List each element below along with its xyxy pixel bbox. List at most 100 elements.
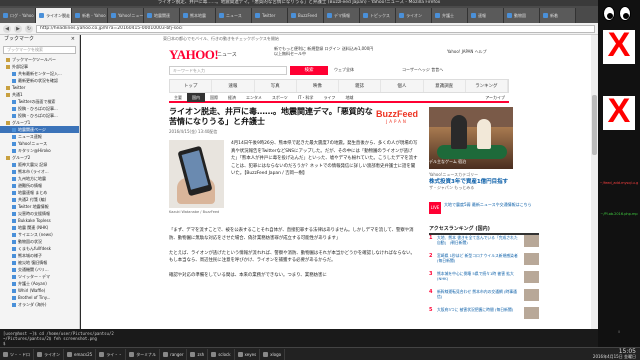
subnav-link[interactable]: エンタメ [241,93,267,102]
scrollbar[interactable] [591,35,598,329]
tab[interactable]: 熊本地震 [180,8,216,23]
taskbar-item[interactable]: ターミナル [126,348,161,360]
subnav-link[interactable]: スポーツ [267,93,293,102]
subnav-link[interactable]: 地域 [340,93,358,102]
bookmark-item[interactable]: グループ1 [0,119,79,126]
tab[interactable]: 地震関連 [144,8,180,23]
forward-button[interactable]: ▶ [14,24,22,33]
bookmark-item[interactable]: 交通機関 (バリ... [0,266,79,273]
bookmark-item[interactable]: 投稿 - ひろばの記事... [0,105,79,112]
tab[interactable]: Twitter [252,8,288,23]
ad-banner[interactable]: デル主なゲーム 宿泊 [429,107,513,169]
bookmark-item[interactable]: 最新更新の状況を確認 [0,77,79,84]
buzzfeed-logo[interactable]: BuzzFeed JAPAN [376,110,418,125]
bookmark-item[interactable]: サイエンス (news) [0,231,79,238]
bookmark-item[interactable]: ニュース速報 [0,133,79,140]
category-link[interactable]: ランキング [466,80,508,92]
subnav-link[interactable]: 国際 [205,93,223,102]
tab[interactable]: 弁護士 [432,8,468,23]
tab[interactable]: ライオン脱走 [36,8,72,23]
ranking-item[interactable]: 4 新幹線運転見合わせ 熊本市内の交通網 (時事通信) [429,289,539,306]
subnav-link[interactable]: 主要 [169,93,187,102]
article-photo[interactable] [169,140,224,208]
category-link[interactable]: 雑誌 [339,80,382,92]
ranking-thumbnail[interactable] [524,253,539,265]
subnav-link[interactable]: 国内 [187,93,205,102]
ranking-thumbnail[interactable] [524,271,539,283]
taskbar-item[interactable]: ライ・・ [96,348,127,360]
live-text[interactable]: 大地で震度5弱 最新ニュースや交通情報はこちら [444,202,539,222]
search-input[interactable]: キーワードを入力 [169,66,287,75]
taskbar-item[interactable]: xlogo [260,348,286,360]
subnav-link[interactable]: IT・科学 [293,93,319,102]
search-button[interactable]: 検索 [290,66,328,75]
bookmark-item[interactable]: 避難所の情報 [0,182,79,189]
bookmark-item[interactable]: 被災地 復旧情報 [0,259,79,266]
ranking-thumbnail[interactable] [524,289,539,301]
ranking-title-text[interactable]: 熊本城を中心に倒壊 5県で続々1時 被害 拡大 (NHK) [437,271,521,286]
category-link[interactable]: 速報 [212,80,255,92]
header-right-links[interactable]: コーザーヘッジ 昔昔へ [402,67,443,73]
subnav-link[interactable]: 経済 [223,93,241,102]
bookmark-item[interactable]: 九州地方に地震 [0,175,79,182]
header-links[interactable]: Yahoo! JAPAN ヘルプ [447,49,487,55]
subnav-link[interactable]: ライフ [318,93,340,102]
ranking-title-text[interactable]: 大地、熊本 書きを全て含んでいる「完成された自動」 (朝日新聞) [437,235,521,250]
bookmark-item[interactable]: 阪神大震災 記録 [0,161,79,168]
ranking-item[interactable]: 3 熊本城を中心に倒壊 5県で続々1時 被害 拡大 (NHK) [429,271,539,288]
tab[interactable]: BuzzFeed [288,8,324,23]
tab[interactable]: トピックス [360,8,396,23]
tab[interactable]: 新着 - Yahoo [72,8,108,23]
reload-button[interactable]: ↻ [25,24,33,33]
bookmark-item[interactable]: 外部記事 [0,63,79,70]
ranking-item[interactable]: 1 大地、熊本 書きを全て含んでいる「完成された自動」 (朝日新聞) [429,235,539,252]
taskbar-item[interactable]: xeyes [235,348,261,360]
tab[interactable]: 新着 [540,8,576,23]
taskbar-item[interactable]: ツ・・ドロ [0,348,34,360]
bookmark-item[interactable]: 共通1 [0,91,79,98]
bookmark-item[interactable]: Bukkake Topless [0,217,79,224]
category-link[interactable]: トップ [170,80,213,92]
bookmark-item[interactable]: 地震 関連 (NHK) [0,224,79,231]
ranking-thumbnail[interactable] [524,307,539,319]
web-search-link[interactable]: ウェブ全体 [334,67,354,73]
taskbar-item[interactable]: ライオン [34,348,64,360]
close-icon[interactable]: × [71,35,75,44]
category-link[interactable]: 個人 [381,80,424,92]
taskbar-item[interactable]: sclock [208,348,235,360]
ranking-title-text[interactable]: 宮崎県 1秒ほど 新型コロナウイルス新規感染者 (毎日新聞) [437,253,521,268]
bookmark-item[interactable]: Whirl (Waffle) [0,287,79,294]
ranking-thumbnail[interactable] [524,235,539,247]
terminal[interactable]: [user@host ~]$ cd /home/user/Pictures/pa… [0,329,598,347]
bookmark-item[interactable]: 熊本城の様子 [0,252,79,259]
promo-text[interactable]: 新でもっと便利に 新規登録 ログイン 送料込み1,000円 以上無料セール中 [274,46,374,56]
bookmark-item[interactable]: 地震関連ページ [0,126,79,133]
tab[interactable]: 速報 [468,8,504,23]
bookmark-item[interactable]: Twitter 地震情報 [0,203,79,210]
ranking-title-text[interactable]: 新幹線運転見合わせ 熊本市内の交通網 (時事通信) [437,289,521,304]
archive-link[interactable]: アーカイブ [485,95,509,101]
tab[interactable]: 動物園 [504,8,540,23]
bookmark-item[interactable]: 災害時の支援情報 [0,210,79,217]
bookmark-item[interactable]: 投稿 - ひろばの記事... [0,112,79,119]
category-link[interactable]: 写真 [255,80,297,92]
scrollbar-thumb[interactable] [592,95,597,155]
ranking-title-text[interactable]: 大阪府3つに 被害状況把握に時間 (毎日新聞) [437,307,521,322]
bookmark-item[interactable]: 熊本市 (ライオ... [0,168,79,175]
stock-promo[interactable]: Yahoo!ニュースカテゴリー 株式投資3年で資産1億円目指す ザ・ジャパン も… [429,172,539,191]
bookmark-item[interactable]: 地震速報 まとめ [0,189,79,196]
taskbar-item[interactable]: ranger [160,348,188,360]
bookmark-item[interactable]: Twitterの画面で検索 [0,98,79,105]
tab[interactable]: ログ - Yahoo [0,8,36,23]
bookmark-item[interactable]: 動物園の状況 [0,238,79,245]
live-banner[interactable]: LIVE 大地で震度5弱 最新ニュースや交通情報はこちら [429,202,539,222]
category-link[interactable]: 意識調査 [424,80,466,92]
bookmark-item[interactable]: Yahoo!ニュース [0,140,79,147]
yahoo-logo[interactable]: YAHOO! [169,47,219,63]
bookmark-item[interactable]: 弁護士 (Aoyan) [0,280,79,287]
bookmark-item[interactable]: オランダ (海外) [0,301,79,308]
back-button[interactable]: ◀ [3,24,11,33]
ranking-item[interactable]: 2 宮崎県 1秒ほど 新型コロナウイルス新規感染者 (毎日新聞) [429,253,539,270]
bookmark-item[interactable]: 共有最新センター記入... [0,70,79,77]
category-link[interactable]: 映像 [297,80,339,92]
